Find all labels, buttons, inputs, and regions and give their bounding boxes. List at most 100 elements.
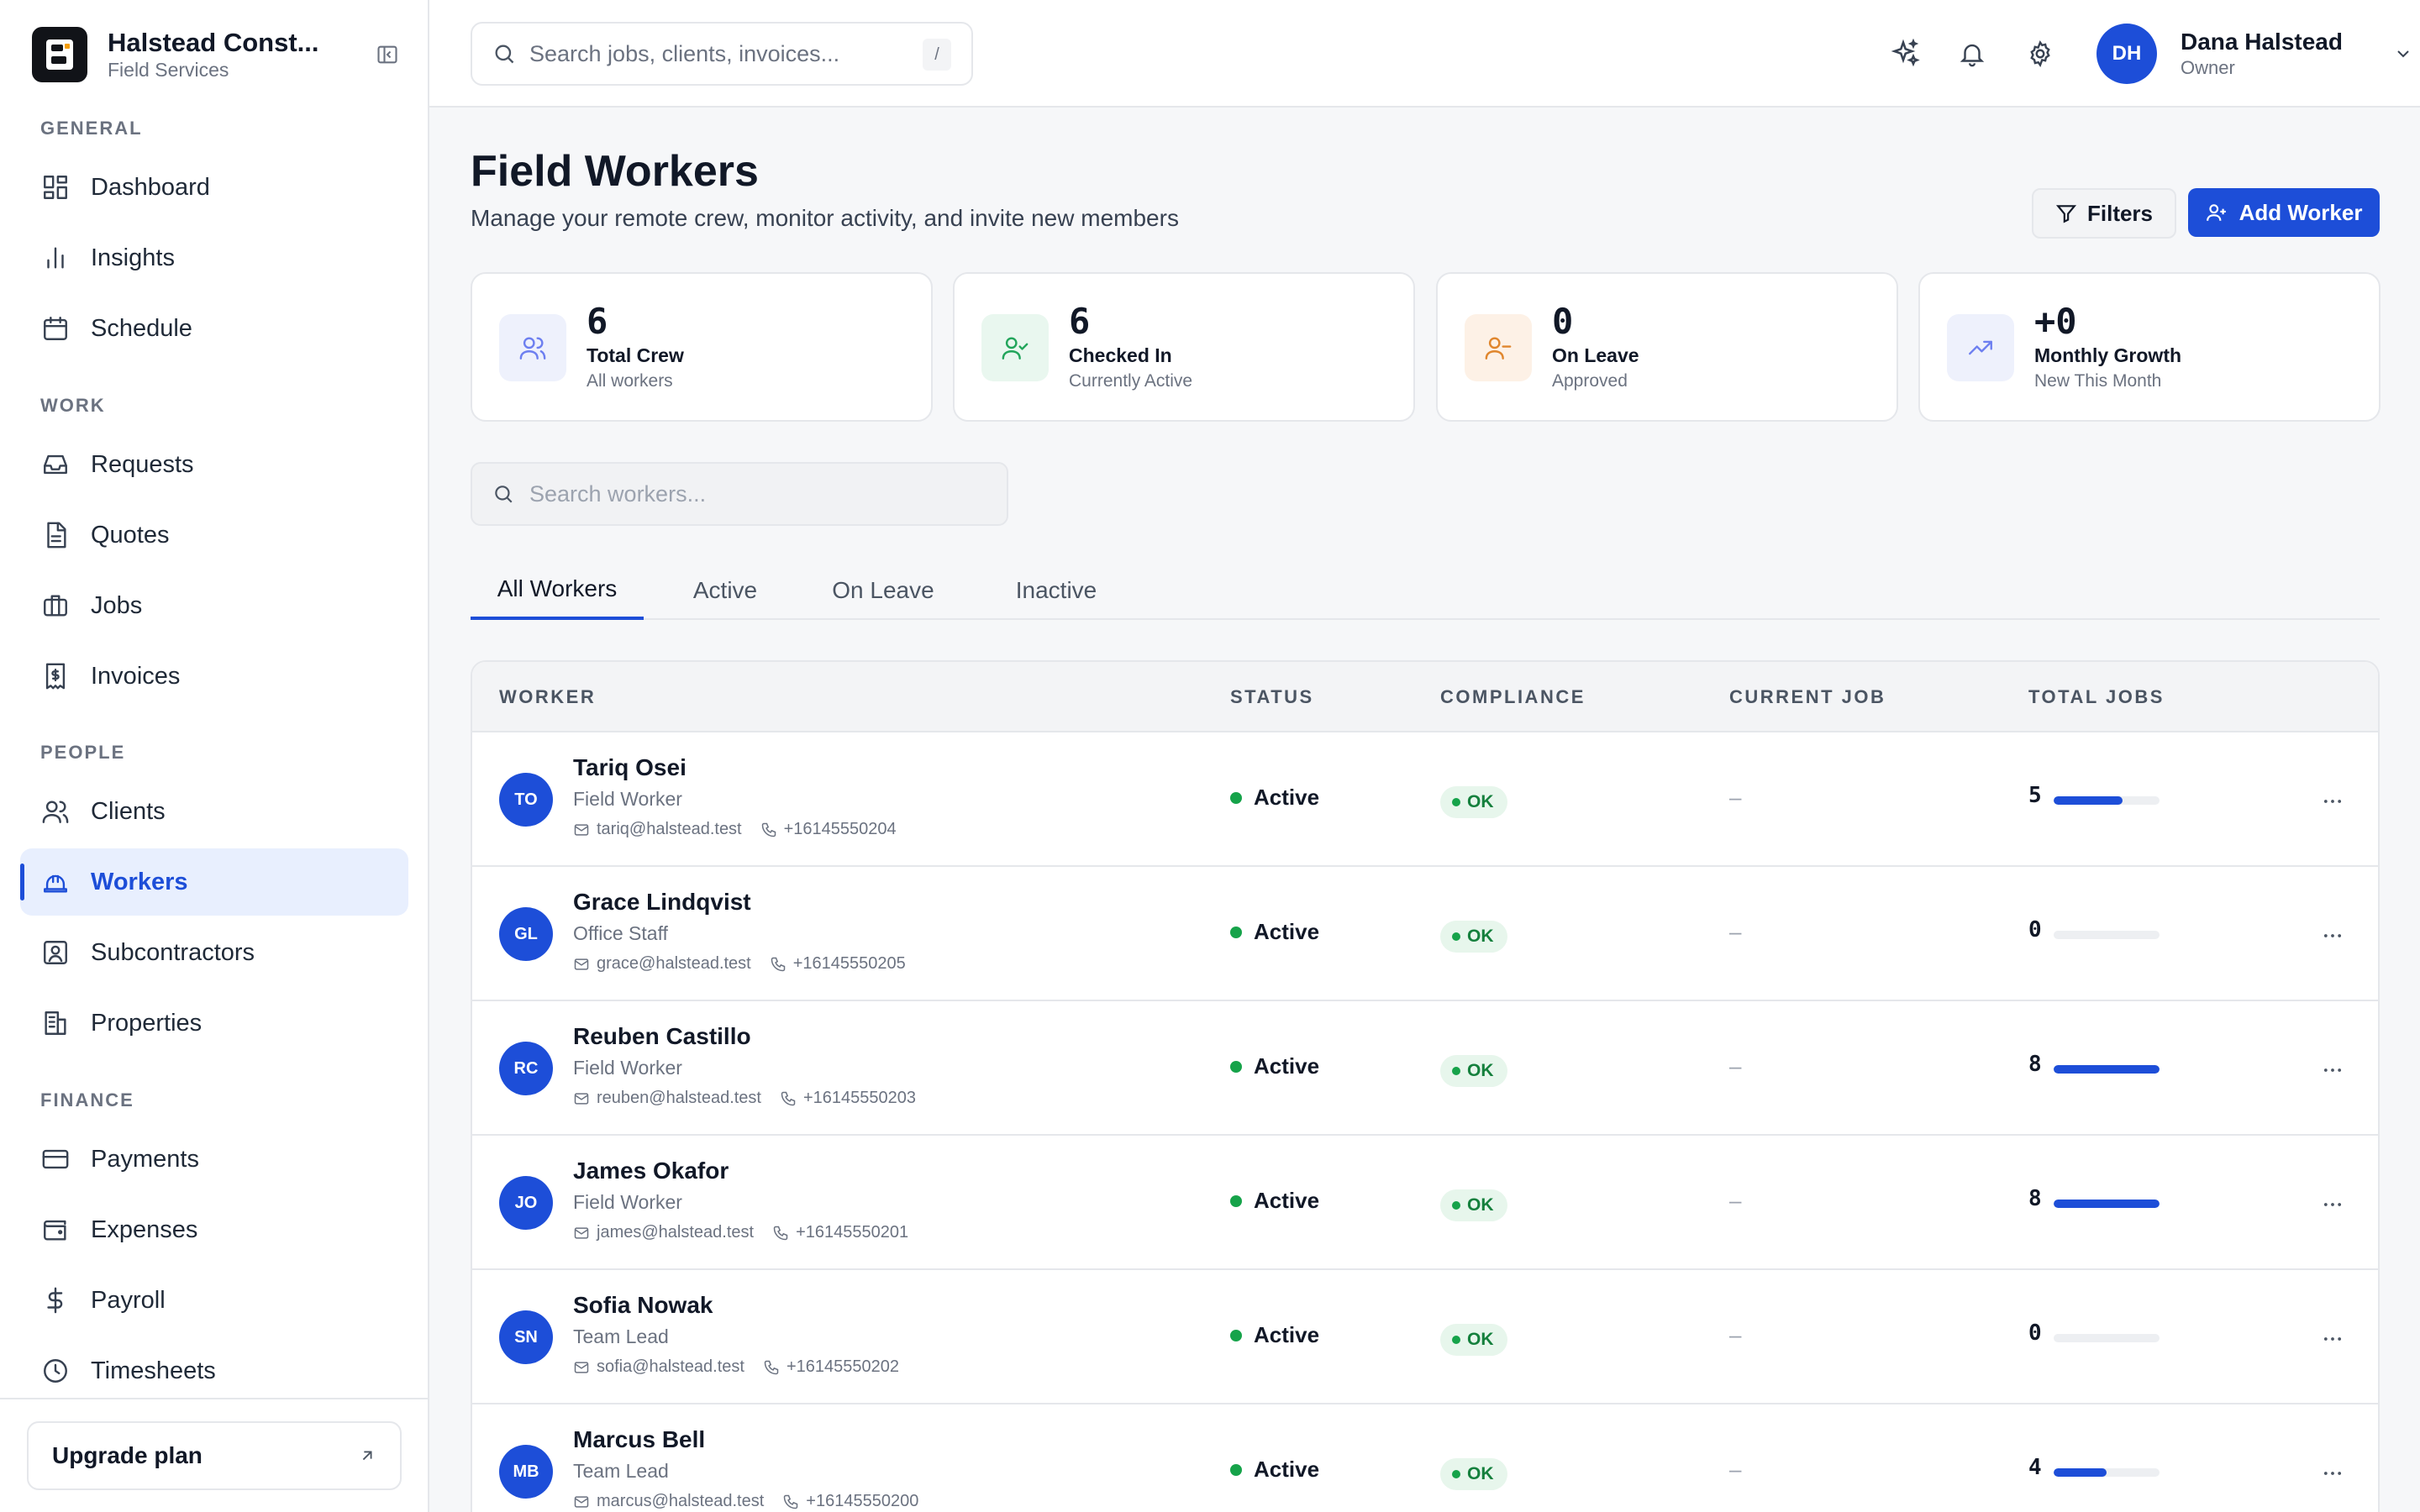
column-header-current-job[interactable]: CURRENT JOB [1729, 662, 1886, 732]
brand[interactable]: Halstead Const... Field Services [32, 25, 402, 84]
stat-value: +0 [2034, 301, 2077, 342]
worker-name[interactable]: Grace Lindqvist [573, 889, 751, 916]
worker-email[interactable]: james@halstead.test [597, 1223, 754, 1242]
current-job: – [1729, 785, 1742, 810]
table-row[interactable]: TO Tariq Osei Field Worker tariq@halstea… [472, 732, 2378, 867]
sidebar-item-dashboard[interactable]: Dashboard [20, 154, 408, 221]
credit-card-icon [40, 1144, 71, 1174]
sidebar-item-clients[interactable]: Clients [20, 778, 408, 845]
phone-icon [761, 822, 776, 837]
stat-label: Checked In [1069, 344, 1172, 366]
worker-name[interactable]: James Okafor [573, 1158, 729, 1184]
sidebar-item-label: Dashboard [91, 173, 210, 201]
user-menu[interactable]: DH Dana Halstead Owner [2096, 24, 2413, 84]
worker-contact: tariq@halstead.test +16145550204 [573, 820, 897, 839]
nav-section-finance: FINANCE [40, 1089, 134, 1110]
tab-all-workers[interactable]: All Workers [471, 561, 644, 620]
column-header-compliance[interactable]: COMPLIANCE [1440, 662, 1586, 732]
sidebar-item-expenses[interactable]: Expenses [20, 1196, 408, 1263]
global-search[interactable]: / [471, 22, 973, 86]
stat-card-monthly-growth: +0 Monthly Growth New This Month [1918, 272, 2381, 422]
worker-search-input[interactable] [529, 480, 1000, 507]
worker-search[interactable] [471, 462, 1008, 526]
gear-icon[interactable] [2023, 37, 2057, 71]
tab-inactive[interactable]: Inactive [976, 561, 1136, 620]
sidebar-item-label: Expenses [91, 1215, 198, 1243]
sidebar-item-label: Schedule [91, 314, 192, 342]
stat-subtitle: New This Month [2034, 371, 2162, 391]
sidebar-item-jobs[interactable]: Jobs [20, 572, 408, 639]
building-icon [40, 1008, 71, 1038]
table-row[interactable]: GL Grace Lindqvist Office Staff grace@ha… [472, 867, 2378, 1001]
worker-name[interactable]: Sofia Nowak [573, 1292, 713, 1319]
sidebar-item-workers[interactable]: Workers [20, 848, 408, 916]
worker-name[interactable]: Reuben Castillo [573, 1023, 751, 1050]
worker-phone[interactable]: +16145550202 [786, 1357, 899, 1377]
table-row[interactable]: JO James Okafor Field Worker james@halst… [472, 1136, 2378, 1270]
worker-email[interactable]: tariq@halstead.test [597, 820, 742, 839]
upgrade-label: Upgrade plan [52, 1442, 203, 1468]
worker-phone[interactable]: +16145550205 [793, 954, 906, 974]
worker-phone[interactable]: +16145550200 [806, 1492, 918, 1511]
sidebar-item-invoices[interactable]: Invoices [20, 643, 408, 710]
more-options-icon[interactable] [2317, 786, 2348, 816]
column-header-worker[interactable]: WORKER [499, 662, 596, 732]
mail-icon [574, 823, 589, 836]
column-header-total-jobs[interactable]: TOTAL JOBS [2028, 662, 2165, 732]
filters-button[interactable]: Filters [2032, 188, 2176, 239]
sidebar-item-properties[interactable]: Properties [20, 990, 408, 1057]
total-jobs-value: 4 [2028, 1455, 2042, 1480]
status-badge: Active [1230, 1188, 1319, 1214]
add-worker-label: Add Worker [2238, 199, 2363, 225]
worker-email[interactable]: marcus@halstead.test [597, 1492, 764, 1511]
status-badge: Active [1230, 1053, 1319, 1079]
more-options-icon[interactable] [2317, 1458, 2348, 1488]
more-options-icon[interactable] [2317, 1055, 2348, 1085]
sparkles-icon[interactable] [1889, 37, 1923, 71]
sidebar-item-label: Workers [91, 868, 188, 895]
add-worker-button[interactable]: Add Worker [2188, 188, 2380, 237]
table-row[interactable]: RC Reuben Castillo Field Worker reuben@h… [472, 1001, 2378, 1136]
sidebar-item-label: Subcontractors [91, 938, 255, 966]
column-header-status[interactable]: STATUS [1230, 662, 1314, 732]
document-icon [40, 520, 71, 550]
more-options-icon[interactable] [2317, 1324, 2348, 1354]
more-options-icon[interactable] [2317, 1189, 2348, 1220]
worker-phone[interactable]: +16145550201 [796, 1223, 908, 1242]
sidebar-item-label: Jobs [91, 591, 143, 619]
sidebar-collapse-icon[interactable] [373, 40, 402, 69]
sidebar-item-subcontractors[interactable]: Subcontractors [20, 919, 408, 986]
table-row[interactable]: SN Sofia Nowak Team Lead sofia@halstead.… [472, 1270, 2378, 1404]
users-icon [499, 314, 566, 381]
stat-subtitle: Approved [1552, 371, 1628, 391]
stat-subtitle: All workers [587, 371, 673, 391]
status-text: Active [1254, 785, 1320, 810]
stat-card-checked-in: 6 Checked In Currently Active [953, 272, 1415, 422]
tab-on-leave[interactable]: On Leave [798, 561, 968, 620]
sidebar-item-timesheets[interactable]: Timesheets [20, 1337, 408, 1404]
worker-name[interactable]: Tariq Osei [573, 754, 687, 781]
topbar: / DH Dana Halstead Owner [429, 0, 2420, 108]
sidebar-item-schedule[interactable]: Schedule [20, 295, 408, 362]
worker-email[interactable]: grace@halstead.test [597, 954, 751, 974]
worker-email[interactable]: reuben@halstead.test [597, 1089, 761, 1108]
sidebar-item-requests[interactable]: Requests [20, 431, 408, 498]
sidebar-item-payments[interactable]: Payments [20, 1126, 408, 1193]
current-job: – [1729, 919, 1742, 944]
sidebar-item-quotes[interactable]: Quotes [20, 501, 408, 569]
briefcase-icon [40, 591, 71, 621]
more-options-icon[interactable] [2317, 921, 2348, 951]
global-search-input[interactable] [529, 40, 899, 67]
worker-phone[interactable]: +16145550203 [803, 1089, 916, 1108]
sidebar-item-payroll[interactable]: Payroll [20, 1267, 408, 1334]
tab-active[interactable]: Active [660, 561, 790, 620]
table-row[interactable]: MB Marcus Bell Team Lead marcus@halstead… [472, 1404, 2378, 1512]
worker-email[interactable]: sofia@halstead.test [597, 1357, 744, 1377]
compliance-text: OK [1467, 1061, 1494, 1080]
worker-name[interactable]: Marcus Bell [573, 1426, 705, 1453]
upgrade-plan-button[interactable]: Upgrade plan [27, 1421, 402, 1490]
sidebar-item-insights[interactable]: Insights [20, 224, 408, 291]
phone-icon [781, 1091, 796, 1105]
worker-phone[interactable]: +16145550204 [784, 820, 897, 839]
bell-icon[interactable] [1955, 37, 1989, 71]
